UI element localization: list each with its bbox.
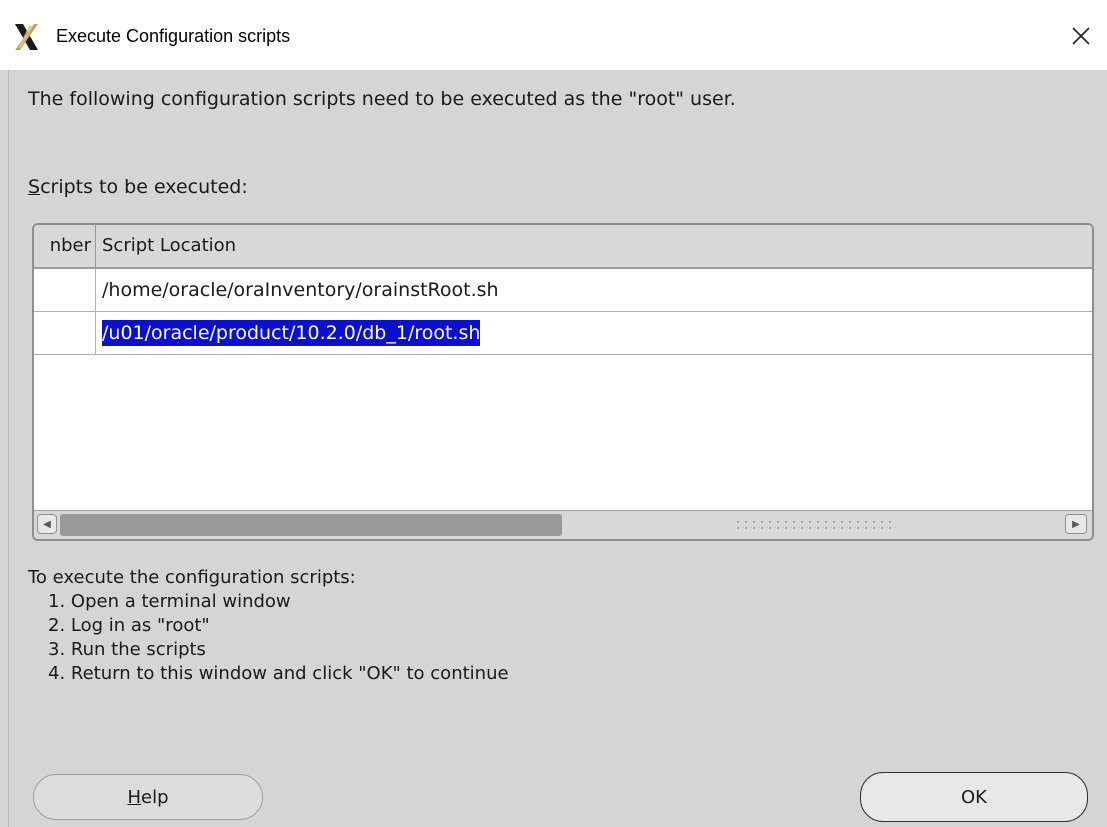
table-header: nber Script Location (34, 225, 1092, 269)
table-row-selected[interactable]: /u01/oracle/product/10.2.0/db_1/root.sh (34, 312, 1092, 355)
ok-button[interactable]: OK (860, 772, 1088, 822)
row-location-text: /home/oracle/oraInventory/orainstRoot.sh (102, 279, 499, 301)
scrollbar-track-grip (734, 519, 894, 531)
ok-button-label: OK (961, 786, 987, 808)
help-button[interactable]: Help (33, 774, 263, 820)
column-header-script-location[interactable]: Script Location (96, 225, 236, 267)
scroll-left-button[interactable]: ◀ (37, 514, 57, 534)
scripts-table[interactable]: nber Script Location /home/oracle/oraInv… (32, 223, 1094, 541)
scripts-label: Scripts to be executed: (28, 176, 248, 198)
close-icon (1072, 27, 1090, 45)
instruction-step: 1. Open a terminal window (48, 591, 291, 612)
dialog-window: Execute Configuration scripts The follow… (0, 0, 1107, 827)
left-edge-divider (8, 70, 9, 827)
table-row[interactable]: /home/oracle/oraInventory/orainstRoot.sh (34, 269, 1092, 312)
row-number-cell (34, 312, 96, 354)
window-title: Execute Configuration scripts (56, 26, 291, 46)
column-header-number[interactable]: nber (34, 225, 96, 267)
help-button-label: elp (141, 786, 169, 808)
row-location-text-selected: /u01/oracle/product/10.2.0/db_1/root.sh (102, 320, 481, 346)
horizontal-scrollbar[interactable]: ◀ ▶ (34, 510, 1092, 539)
scripts-label-text: cripts to be executed: (40, 176, 248, 198)
instructions: To execute the configuration scripts: 1.… (28, 566, 509, 686)
chevron-left-icon: ◀ (43, 518, 51, 530)
instruction-step: 4. Return to this window and click "OK" … (48, 663, 509, 684)
row-number-cell (34, 269, 96, 311)
intro-text: The following configuration scripts need… (28, 88, 736, 110)
scrollbar-thumb[interactable] (60, 514, 562, 536)
title-bar: Execute Configuration scripts (0, 0, 1107, 70)
instruction-step: 2. Log in as "root" (48, 615, 210, 636)
row-location-cell: /u01/oracle/product/10.2.0/db_1/root.sh (96, 312, 481, 354)
chevron-right-icon: ▶ (1072, 518, 1080, 530)
instruction-step: 3. Run the scripts (48, 639, 206, 660)
instructions-heading: To execute the configuration scripts: (28, 567, 356, 588)
x-logo-icon (12, 22, 40, 52)
help-button-mnemonic: H (127, 786, 142, 808)
scroll-right-button[interactable]: ▶ (1065, 514, 1087, 534)
close-button[interactable] (1063, 18, 1099, 54)
scripts-label-mnemonic: S (28, 176, 41, 198)
row-location-cell: /home/oracle/oraInventory/orainstRoot.sh (96, 269, 499, 311)
